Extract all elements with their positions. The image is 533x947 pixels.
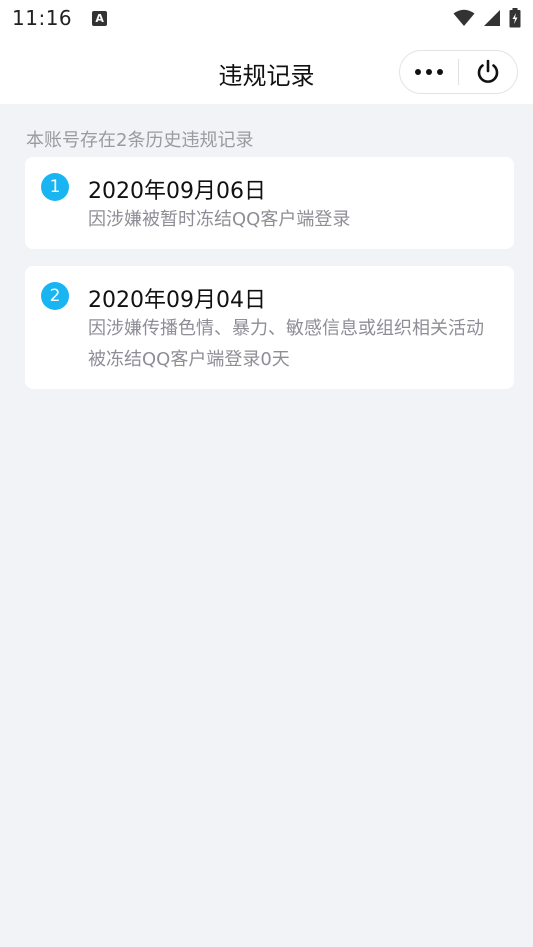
a-icon: A xyxy=(92,10,108,26)
record-date: 2020年09月06日 xyxy=(88,179,266,204)
close-button[interactable] xyxy=(459,51,517,93)
violation-summary: 本账号存在2条历史违规记录 xyxy=(26,130,254,151)
mini-program-capsule xyxy=(399,50,518,94)
more-button[interactable] xyxy=(400,51,458,93)
record-index-badge: 2 xyxy=(41,282,69,310)
status-left: 11:16 A xyxy=(12,6,108,30)
record-index-badge: 1 xyxy=(41,173,69,201)
status-time: 11:16 xyxy=(12,6,73,30)
record-card: 1 2020年09月06日 因涉嫌被暂时冻结QQ客户端登录 xyxy=(25,157,514,249)
record-date: 2020年09月04日 xyxy=(88,288,266,313)
wifi-icon xyxy=(453,9,475,26)
nav-bar: 违规记录 xyxy=(0,36,533,104)
record-description: 因涉嫌传播色情、暴力、敏感信息或组织相关活动被冻结QQ客户端登录0天 xyxy=(88,318,484,370)
more-dots-icon xyxy=(415,69,443,75)
power-icon xyxy=(477,59,499,83)
record-description: 因涉嫌被暂时冻结QQ客户端登录 xyxy=(88,209,351,230)
signal-icon xyxy=(484,10,500,26)
battery-charging-icon xyxy=(509,8,521,28)
status-right xyxy=(453,8,521,28)
status-bar: 11:16 A xyxy=(0,0,533,36)
record-card: 2 2020年09月04日 因涉嫌传播色情、暴力、敏感信息或组织相关活动被冻结Q… xyxy=(25,266,514,389)
